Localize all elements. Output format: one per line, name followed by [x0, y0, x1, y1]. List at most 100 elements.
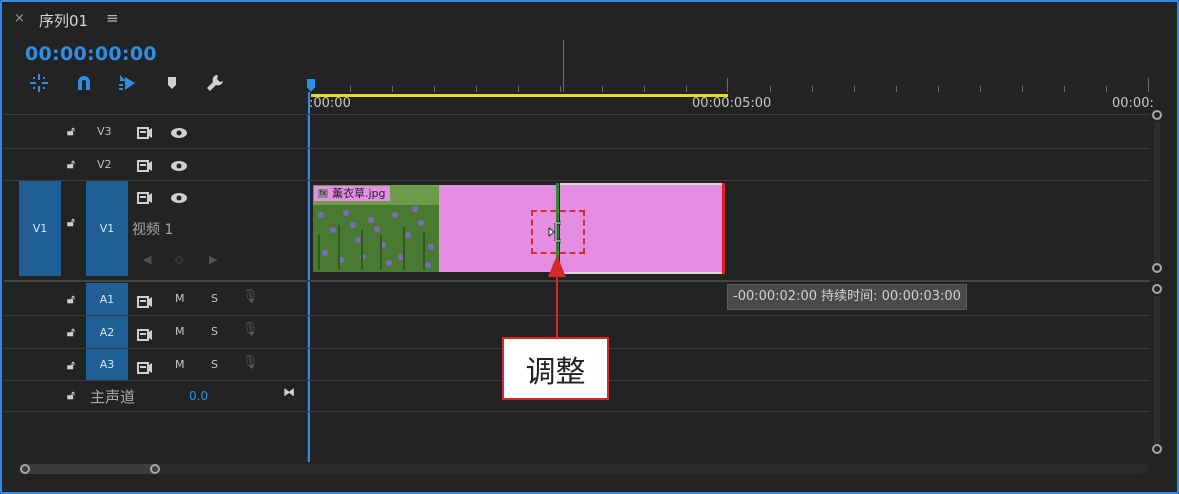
sync-lock-icon[interactable]	[137, 326, 153, 345]
time-ruler[interactable]: :00:00 00:00:05:00 00:00:	[308, 38, 1177, 111]
ruler-tick	[1148, 78, 1149, 92]
track-label-a2: A2	[99, 325, 115, 339]
sync-lock-icon[interactable]	[137, 359, 153, 378]
ruler-tick	[476, 86, 477, 92]
trim-tooltip: -00:00:02:00 持续时间: 00:00:03:00	[727, 284, 967, 310]
scroll-handle-top[interactable]	[1152, 110, 1162, 120]
eye-icon[interactable]	[170, 124, 188, 143]
voiceover-mic-icon[interactable]: 🎙︎	[242, 289, 259, 304]
linked-selection-icon[interactable]	[116, 72, 138, 94]
ruler-tick	[392, 86, 393, 92]
track-header-master: 🔓︎ 主声道 0.0 ⧓	[4, 381, 307, 411]
callout-arrow-head	[548, 255, 566, 281]
track-header-a1: 🔓︎ A1 M S 🎙︎	[4, 283, 307, 315]
snap-insert-icon[interactable]	[28, 72, 50, 94]
clip-end-edge[interactable]	[722, 183, 725, 274]
prev-keyframe-icon[interactable]: ◀	[143, 253, 151, 266]
scroll-track[interactable]	[18, 464, 1148, 474]
track-target-a3[interactable]: A3	[86, 349, 128, 380]
video-vertical-scrollbar[interactable]	[1150, 110, 1164, 280]
zoom-handle-left[interactable]	[20, 464, 30, 474]
panel-menu-icon[interactable]: ≡	[106, 9, 119, 27]
ruler-tick	[602, 86, 603, 92]
lock-icon[interactable]: 🔓︎	[67, 358, 75, 373]
ruler-tick	[938, 86, 939, 92]
ruler-tick	[644, 86, 645, 92]
clip-name-label: fx 薰衣草.jpg	[314, 186, 390, 201]
panel-tab-bar: × 序列01 ≡	[2, 2, 1177, 38]
ruler-tick	[1106, 86, 1107, 92]
mute-button[interactable]: M	[175, 325, 185, 338]
lock-icon[interactable]: 🔓︎	[67, 325, 75, 340]
sync-lock-icon[interactable]	[137, 189, 153, 208]
add-keyframe-icon[interactable]: ◇	[175, 253, 183, 266]
lock-icon[interactable]: 🔓︎	[67, 215, 75, 230]
magnet-icon[interactable]	[73, 72, 95, 94]
track-target-v1[interactable]: V1	[86, 181, 128, 276]
track-header-a2: 🔓︎ A2 M S 🎙︎	[4, 316, 307, 348]
master-track-name: 主声道	[90, 388, 136, 406]
lock-icon[interactable]: 🔓︎	[67, 124, 75, 139]
track-header-v3: 🔓︎ V3	[4, 115, 307, 148]
lock-icon[interactable]: 🔓︎	[67, 292, 75, 307]
ruler-tick	[727, 78, 728, 92]
sync-lock-icon[interactable]	[137, 124, 153, 143]
clip-name: 薰衣草.jpg	[332, 187, 386, 200]
track-name-v1[interactable]: 视频 1	[132, 219, 173, 239]
eye-icon[interactable]	[170, 157, 188, 176]
horizontal-zoom-scrollbar[interactable]	[18, 462, 1150, 476]
ruler-tick	[350, 86, 351, 92]
track-target-a2[interactable]: A2	[86, 316, 128, 348]
mute-button[interactable]: M	[175, 358, 185, 371]
go-to-end-icon[interactable]: ⧓	[283, 385, 295, 399]
callout-arrow-line	[556, 274, 558, 337]
mute-button[interactable]: M	[175, 292, 185, 305]
track-divider	[4, 411, 1150, 412]
scroll-track[interactable]	[1154, 122, 1160, 266]
ruler-tick	[518, 86, 519, 92]
master-volume-value[interactable]: 0.0	[189, 389, 208, 403]
ruler-tick	[854, 86, 855, 92]
track-label-v2[interactable]: V2	[97, 158, 112, 171]
sync-lock-icon[interactable]	[137, 157, 153, 176]
scroll-track[interactable]	[1154, 296, 1160, 444]
ruler-tick	[770, 86, 771, 92]
voiceover-mic-icon[interactable]: 🎙︎	[242, 322, 259, 337]
lock-icon[interactable]: 🔓︎	[67, 157, 75, 172]
source-patch-v1[interactable]: V1	[19, 181, 61, 276]
ruler-label-end: 00:00:	[1112, 96, 1154, 111]
work-area-bar[interactable]	[311, 94, 728, 97]
solo-button[interactable]: S	[211, 292, 218, 305]
ruler-tick	[1022, 86, 1023, 92]
eye-icon[interactable]	[170, 189, 188, 208]
callout-box: 调整	[502, 337, 609, 400]
ruler-tick	[980, 86, 981, 92]
ruler-tick	[686, 86, 687, 92]
solo-button[interactable]: S	[211, 325, 218, 338]
zoom-handle-right[interactable]	[150, 464, 160, 474]
fx-badge-icon: fx	[318, 189, 328, 198]
track-header-v2: 🔓︎ V2	[4, 149, 307, 180]
track-label-a1: A1	[99, 292, 115, 306]
sync-lock-icon[interactable]	[137, 293, 153, 312]
ruler-tick	[434, 86, 435, 92]
voiceover-mic-icon[interactable]: 🎙︎	[242, 355, 259, 370]
track-label-v3[interactable]: V3	[97, 125, 112, 138]
close-tab-button[interactable]: ×	[14, 11, 25, 26]
audio-vertical-scrollbar[interactable]	[1150, 284, 1164, 456]
track-target-a1[interactable]: A1	[86, 283, 128, 315]
sequence-tab-title[interactable]: 序列01	[39, 10, 88, 31]
ruler-label-5s: 00:00:05:00	[692, 96, 772, 111]
ruler-label-start: :00:00	[309, 96, 351, 111]
wrench-icon[interactable]	[204, 72, 226, 94]
solo-button[interactable]: S	[211, 358, 218, 371]
scroll-thumb[interactable]	[20, 464, 160, 474]
scroll-handle-top[interactable]	[1152, 284, 1162, 294]
next-keyframe-icon[interactable]: ▶	[209, 253, 217, 266]
playhead-timecode[interactable]: 00:00:00:00	[25, 43, 157, 65]
ruler-tick	[896, 86, 897, 92]
scroll-handle-bottom[interactable]	[1152, 263, 1162, 273]
lock-icon[interactable]: 🔓︎	[67, 388, 75, 403]
marker-icon[interactable]	[161, 72, 183, 94]
scroll-handle-bottom[interactable]	[1152, 444, 1162, 454]
